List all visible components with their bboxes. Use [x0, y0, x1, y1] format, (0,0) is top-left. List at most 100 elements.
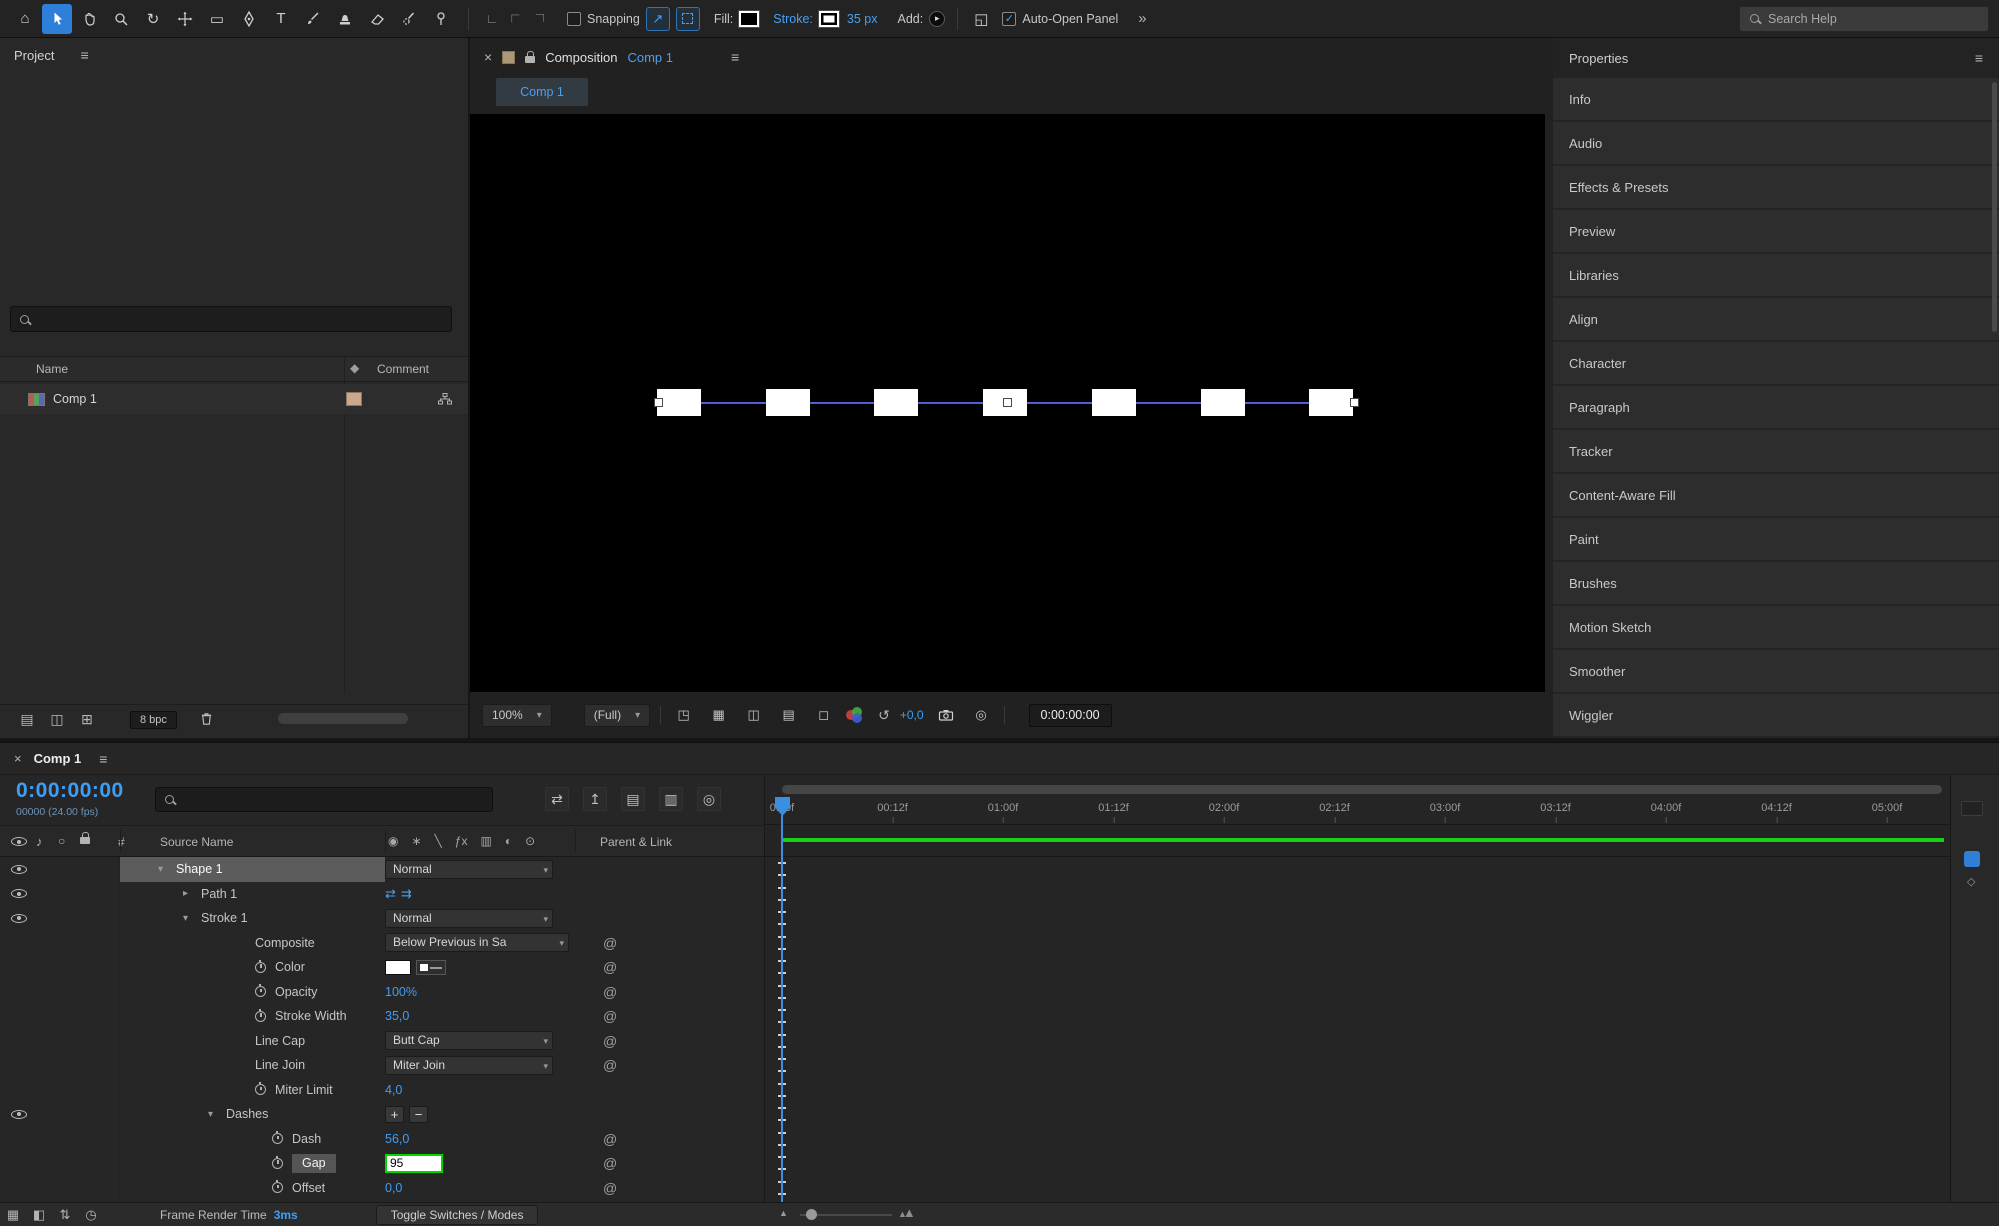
world-axis-mode-icon[interactable]: ∟	[509, 8, 524, 30]
timeline-zoom-knob[interactable]	[806, 1209, 817, 1220]
shy-switch-icon[interactable]: ◉	[388, 834, 398, 848]
row-label[interactable]: Opacity	[275, 985, 317, 999]
frame-blend-switch-icon[interactable]: ▥	[480, 834, 491, 848]
path-direction-icon[interactable]: ⇄	[385, 886, 396, 902]
collapse-switch-icon[interactable]: ∗	[411, 834, 421, 848]
pickwhip-icon[interactable]: @	[603, 1180, 617, 1196]
properties-item-wiggler[interactable]: Wiggler	[1553, 694, 1999, 736]
workspace-panel-icon[interactable]: ◱	[974, 10, 988, 28]
path-vertex-handle-middle[interactable]	[1003, 398, 1012, 407]
gap-edit-field[interactable]	[385, 1153, 443, 1173]
pickwhip-icon[interactable]: @	[603, 959, 617, 975]
timeline-tab-comp-1[interactable]: Comp 1	[34, 751, 82, 766]
row-label[interactable]: Color	[275, 960, 305, 974]
region-of-interest-icon[interactable]: ◳	[671, 705, 696, 725]
frame-blending-icon[interactable]: ▥	[659, 787, 683, 811]
type-tool[interactable]: T	[266, 4, 296, 34]
stopwatch-icon[interactable]	[272, 1180, 283, 1194]
properties-item-content-aware-fill[interactable]: Content-Aware Fill	[1553, 474, 1999, 516]
properties-item-brushes[interactable]: Brushes	[1553, 562, 1999, 604]
magnification-dropdown[interactable]: 100% ▾	[482, 703, 552, 727]
horizontal-scrollbar-thumb[interactable]	[278, 713, 408, 724]
effects-switch-icon[interactable]: ƒx	[455, 834, 468, 848]
pan-behind-tool[interactable]	[170, 4, 200, 34]
gap-edit-input[interactable]	[385, 1153, 443, 1173]
stopwatch-icon[interactable]	[255, 984, 266, 998]
color-slider-icon[interactable]	[416, 959, 446, 975]
path-mask-icon[interactable]: ⇉	[401, 886, 412, 902]
clone-stamp-tool[interactable]	[330, 4, 360, 34]
properties-item-libraries[interactable]: Libraries	[1553, 254, 1999, 296]
line-join-dropdown[interactable]: Miter Join ▾	[385, 1055, 553, 1075]
toggle-switches-modes-button[interactable]: Toggle Switches / Modes	[375, 1204, 539, 1225]
path-vertex-handle-left[interactable]	[654, 398, 663, 407]
hand-tool[interactable]	[74, 4, 104, 34]
roto-brush-tool[interactable]	[394, 4, 424, 34]
fill-swatch[interactable]	[738, 9, 761, 28]
name-column-header[interactable]: Name	[36, 362, 68, 376]
offset-value[interactable]: 0,0	[385, 1181, 402, 1195]
snap-option-2-icon[interactable]	[675, 6, 700, 31]
properties-item-smoother[interactable]: Smoother	[1553, 650, 1999, 692]
auto-open-checkbox-box[interactable]: ✓	[1002, 11, 1017, 26]
zoom-tool[interactable]	[106, 4, 136, 34]
toolbar-overflow-chevron[interactable]: »	[1138, 10, 1146, 27]
panel-menu-icon[interactable]: ≡	[1975, 50, 1983, 66]
zoom-mountains-icon[interactable]: ▲▲	[898, 1205, 916, 1220]
timeline-row-offset[interactable]: Offset 0,0 @	[0, 1175, 764, 1200]
search-help-box[interactable]	[1739, 5, 1989, 32]
panel-menu-icon[interactable]: ≡	[731, 49, 739, 65]
new-folder-icon[interactable]: ◫	[42, 711, 72, 728]
quality-switch-icon[interactable]: ╲	[435, 834, 442, 848]
stopwatch-icon[interactable]	[255, 1008, 266, 1022]
row-label[interactable]: Line Cap	[255, 1034, 305, 1048]
row-label[interactable]: Line Join	[255, 1058, 305, 1072]
current-time-indicator-line[interactable]	[781, 815, 783, 1202]
row-label[interactable]: Gap	[292, 1153, 336, 1173]
row-label[interactable]: Path 1	[201, 887, 237, 901]
shape-1-dropdown[interactable]: Normal ▾	[385, 859, 553, 879]
brush-tool[interactable]	[298, 4, 328, 34]
channel-icon[interactable]	[846, 707, 868, 723]
timeline-row-dash[interactable]: Dash 56,0 @	[0, 1126, 764, 1151]
pickwhip-icon[interactable]: @	[603, 1131, 617, 1147]
view-axis-mode-icon[interactable]: ∟	[529, 11, 551, 26]
comp-marker-bin[interactable]	[1961, 801, 1983, 816]
show-snapshot-icon[interactable]: ◎	[969, 705, 994, 725]
project-search-input[interactable]	[35, 312, 442, 326]
resolution-dropdown[interactable]: (Full) ▾	[583, 703, 651, 727]
timeline-row-line-cap[interactable]: Line Cap Butt Cap ▾ @	[0, 1028, 764, 1053]
properties-item-paint[interactable]: Paint	[1553, 518, 1999, 560]
remove-dash-button[interactable]: −	[409, 1105, 428, 1123]
preview-time-display[interactable]: 0:00:00:00	[1028, 703, 1112, 727]
close-panel-icon[interactable]: ×	[14, 751, 22, 766]
twirl-icon[interactable]: ▾	[158, 864, 168, 875]
time-navigator-start-icon[interactable]: ▲	[779, 1208, 788, 1218]
snapshot-camera-icon[interactable]	[934, 705, 959, 725]
label-column-icon[interactable]: ◆	[350, 361, 359, 375]
composition-canvas[interactable]	[470, 114, 1545, 692]
stopwatch-icon[interactable]	[272, 1155, 283, 1169]
row-label[interactable]: Dashes	[226, 1107, 268, 1121]
motion-blur-icon[interactable]: ◎	[697, 787, 721, 811]
panel-menu-icon[interactable]: ≡	[99, 751, 107, 767]
vertical-scrollbar-thumb[interactable]	[1992, 82, 1997, 332]
visibility-eye-icon[interactable]	[11, 1109, 27, 1119]
pickwhip-icon[interactable]: @	[603, 1033, 617, 1049]
parent-link-column-header[interactable]: Parent & Link	[600, 835, 672, 849]
composite-dropdown[interactable]: Below Previous in Sa ▾	[385, 933, 569, 953]
properties-item-motion-sketch[interactable]: Motion Sketch	[1553, 606, 1999, 648]
delete-trash-icon[interactable]	[199, 711, 214, 729]
path-vertex-handle-right[interactable]	[1350, 398, 1359, 407]
timeline-search-box[interactable]	[155, 787, 493, 812]
hide-shy-layers-icon[interactable]: ▤	[621, 787, 645, 811]
draft-3d-icon[interactable]: ↥	[583, 787, 607, 811]
row-label[interactable]: Shape 1	[176, 862, 223, 876]
timeline-row-stroke-width[interactable]: Stroke Width 35,0 @	[0, 1004, 764, 1029]
stroke-width-value[interactable]: 35 px	[847, 12, 878, 26]
pickwhip-icon[interactable]: @	[603, 984, 617, 1000]
pickwhip-icon[interactable]: @	[603, 1057, 617, 1073]
label-color-swatch[interactable]	[346, 392, 362, 406]
twirl-icon[interactable]: ▸	[183, 888, 193, 899]
panel-menu-icon[interactable]: ≡	[80, 47, 88, 63]
